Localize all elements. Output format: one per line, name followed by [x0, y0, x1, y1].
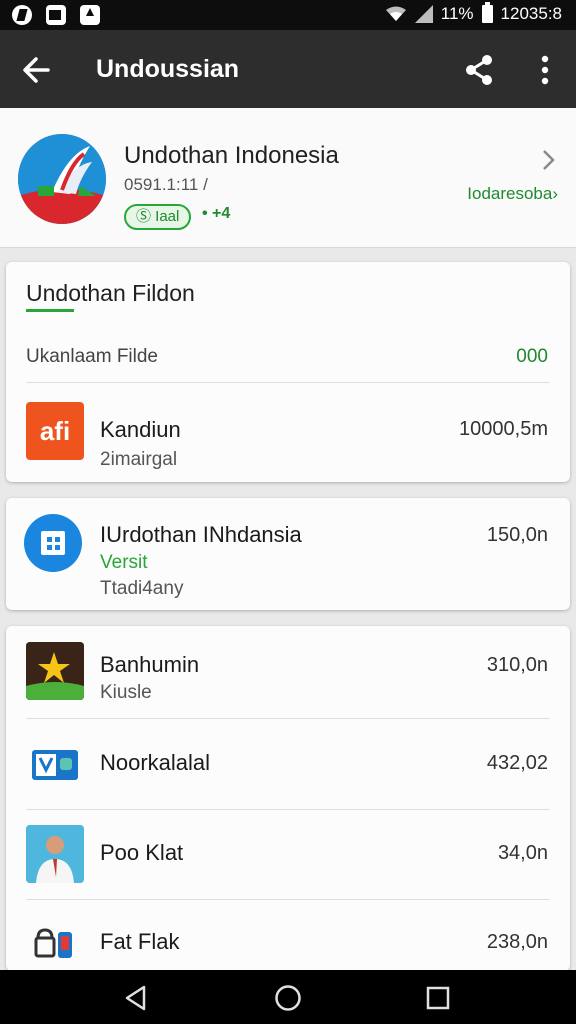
item-title: Fat Flak — [100, 929, 180, 954]
divider — [26, 718, 550, 719]
item-title: Noorkalalal — [100, 750, 211, 775]
item-title: Banhumin — [100, 652, 200, 677]
battery-percentage: 11% — [440, 4, 474, 23]
card-subheading: Ukanlaam Filde — [26, 346, 158, 367]
game-icon — [26, 642, 84, 700]
item-title: Poo Klat — [100, 840, 184, 865]
app-meta: 0591.1:11 / — [124, 175, 208, 194]
photo-notification-icon — [46, 5, 66, 25]
status-icons-right: 11% 12035:8 — [385, 2, 562, 24]
home-nav-icon[interactable] — [274, 984, 302, 1012]
divider — [26, 899, 550, 900]
notification-icon — [12, 5, 32, 25]
app-bar: Undoussian — [0, 30, 576, 108]
item-subtitle: 2imairgal — [100, 449, 178, 470]
item-value: 10000,5m — [459, 418, 548, 440]
app-header[interactable]: Undothan Indonesia 0591.1:11 / Ⓢ Iaal • … — [0, 108, 576, 248]
status-bar: 11% 12035:8 — [0, 0, 576, 30]
app-icon-orange: afi — [26, 402, 84, 460]
item-title: Kandiun — [100, 417, 181, 442]
share-icon[interactable] — [462, 52, 498, 88]
app-logo — [18, 134, 106, 224]
item-value: 238,0n — [486, 931, 548, 953]
item-value: 310,0n — [486, 654, 548, 676]
card-heading: Undothan Fildon — [26, 280, 195, 306]
app-list-card: Banhumin Kiusle 310,0n Noorkalalal 432,0… — [6, 626, 570, 971]
item-title: IUrdothan INhdansia — [100, 522, 302, 547]
details-link[interactable]: Iodaresoba› — [467, 184, 558, 204]
item-subtitle: Ttadi4any — [100, 578, 184, 599]
item-value: 34,0n — [497, 842, 548, 864]
app-name: Undothan Indonesia — [124, 142, 339, 169]
navigation-bar — [0, 970, 576, 1024]
lock-phone-icon — [26, 916, 84, 971]
puzzle-icon — [24, 514, 82, 572]
more-options-icon[interactable] — [530, 52, 560, 88]
app-card[interactable]: IUrdothan INhdansia Versit Ttadi4any 150… — [6, 498, 570, 610]
back-arrow-icon[interactable] — [18, 50, 58, 90]
folder-icon — [26, 736, 84, 794]
status-badge: Ⓢ Iaal — [124, 204, 192, 230]
heading-underline — [26, 309, 74, 312]
rating-text: • +4 — [202, 205, 231, 222]
divider — [26, 809, 550, 810]
chevron-right-icon[interactable] — [538, 146, 560, 174]
item-value: 432,02 — [486, 752, 548, 774]
upload-notification-icon — [80, 5, 100, 25]
item-value: 150,0n — [486, 524, 548, 546]
page-title: Undoussian — [96, 55, 240, 83]
files-card: Undothan Fildon Ukanlaam Filde 000 afi K… — [6, 262, 570, 482]
item-version: Versit — [100, 552, 148, 573]
card-subheading-value: 000 — [516, 346, 548, 367]
avatar — [26, 825, 84, 883]
back-nav-icon[interactable] — [122, 984, 150, 1012]
battery-icon — [481, 2, 493, 23]
clock: 12035:8 — [500, 4, 562, 23]
divider — [26, 382, 550, 383]
recents-nav-icon[interactable] — [424, 984, 452, 1012]
status-icons-left — [12, 5, 100, 25]
wifi-icon — [385, 6, 407, 22]
signal-icon — [414, 5, 433, 23]
item-subtitle: Kiusle — [100, 682, 152, 703]
